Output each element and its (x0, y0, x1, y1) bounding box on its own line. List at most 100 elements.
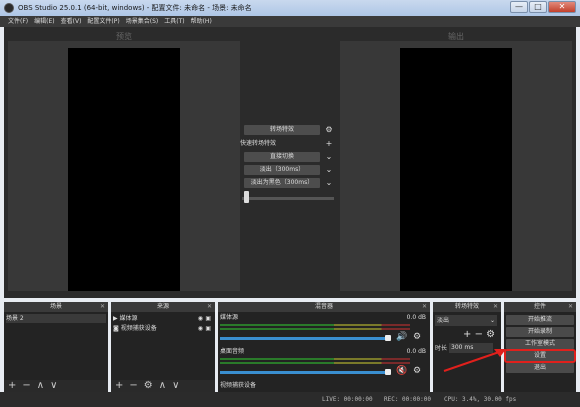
fade-transition-row: 淡出（300ms） ⌄ (240, 165, 334, 176)
source-item[interactable]: ◙ 视频捕获设备 ◉ ▣ (113, 324, 213, 333)
start-streaming-button[interactable]: 开始推流 (506, 315, 574, 325)
camera-icon: ◙ (113, 325, 119, 332)
move-down-icon[interactable]: ∨ (50, 380, 57, 392)
muted-speaker-icon[interactable]: 🔇 (396, 366, 407, 376)
close-icon[interactable]: ✕ (568, 302, 573, 312)
lock-icon[interactable]: ▣ (205, 324, 211, 333)
status-bar: LIVE: 00:00:00 REC: 00:00:00 CPU: 3.4%, … (0, 392, 580, 407)
mixer-channel-name: 桌面音频 0.0 dB (220, 347, 430, 356)
transitions-title: 转场特效 (454, 303, 479, 310)
volume-handle[interactable] (385, 335, 391, 341)
tbar-slider-handle[interactable] (244, 191, 249, 203)
gear-icon[interactable]: ⚙ (486, 329, 495, 340)
chevron-down-icon[interactable]: ⌄ (324, 165, 334, 175)
tbar-slider-track[interactable] (242, 197, 334, 200)
mixer-header: 混音器 ✕ (218, 302, 430, 312)
scene-item[interactable]: 场景 2 (6, 314, 106, 323)
transition-select[interactable]: 淡出 ⌄ (435, 315, 497, 326)
channel-db: 0.0 dB (406, 314, 426, 321)
menu-profile[interactable]: 配置文件(P) (87, 16, 119, 27)
audio-meter (220, 328, 410, 330)
start-recording-button[interactable]: 开始录制 (506, 327, 574, 337)
remove-icon[interactable]: − (22, 380, 30, 392)
channel-label: 视频捕获设备 (220, 382, 257, 389)
mixer-dock: 混音器 ✕ 媒体源 0.0 dB 🔊 ⚙ 桌面音频 0.0 dB 🔇 ⚙ 视频捕获设备 (218, 302, 430, 392)
rec-status: REC: 00:00:00 (384, 396, 431, 403)
preview-title: 预览 (116, 32, 132, 41)
close-icon[interactable]: ✕ (422, 302, 427, 312)
play-icon: ▶ (113, 315, 118, 322)
cut-transition-row: 直接切换 ⌄ (240, 152, 334, 163)
controls-dock: 控件 ✕ 开始推流 开始录制 工作室模式 设置 退出 (504, 302, 576, 392)
close-icon[interactable]: ✕ (207, 302, 212, 312)
obs-logo-icon (4, 3, 14, 13)
remove-icon[interactable]: − (475, 329, 483, 340)
annotation-arrow (443, 349, 506, 372)
remove-icon[interactable]: − (129, 380, 137, 392)
close-icon[interactable]: ✕ (100, 302, 105, 312)
chevron-down-icon: ⌄ (489, 317, 495, 324)
add-icon[interactable]: + (115, 380, 123, 392)
studio-mode-button[interactable]: 工作室模式 (506, 339, 574, 349)
menu-edit[interactable]: 编辑(E) (34, 16, 54, 27)
lock-icon[interactable]: ▣ (205, 314, 211, 323)
preview-screen (68, 48, 180, 291)
add-icon[interactable]: + (463, 329, 471, 340)
sources-title: 来源 (156, 303, 169, 310)
eye-icon[interactable]: ◉ (198, 314, 203, 323)
speaker-icon[interactable]: 🔊 (396, 332, 407, 342)
mixer-title: 混音器 (314, 303, 333, 310)
menu-help[interactable]: 帮助(H) (191, 16, 212, 27)
chevron-down-icon[interactable]: ⌄ (324, 178, 334, 188)
volume-slider[interactable] (220, 371, 390, 374)
fade-black-button[interactable]: 淡出为黑色（300ms） (244, 178, 320, 188)
transitions-header: 转场特效 ✕ (433, 302, 501, 312)
menu-tools[interactable]: 工具(T) (164, 16, 184, 27)
add-icon[interactable]: + (8, 380, 16, 392)
exit-button[interactable]: 退出 (506, 363, 574, 373)
controls-title: 控件 (533, 303, 546, 310)
minimize-button[interactable]: — (510, 1, 528, 13)
gear-icon[interactable]: ⚙ (324, 125, 334, 135)
transition-effect-row: 转场特效 ⚙ (240, 125, 334, 136)
close-button[interactable]: ✕ (548, 1, 576, 13)
move-down-icon[interactable]: ∨ (172, 380, 179, 392)
audio-meter (220, 362, 410, 364)
transition-button[interactable]: 转场特效 (244, 125, 320, 135)
sources-dock: 来源 ✕ ▶ 媒体源 ◉ ▣ ◙ 视频捕获设备 ◉ ▣ + − ⚙ ∧ ∨ (111, 302, 215, 392)
live-status: LIVE: 00:00:00 (322, 396, 373, 403)
chevron-down-icon[interactable]: ⌄ (324, 152, 334, 162)
move-up-icon[interactable]: ∧ (159, 380, 166, 392)
channel-db: 0.0 dB (406, 348, 426, 355)
volume-slider[interactable] (220, 337, 390, 340)
quick-transition-label: 快速转场特效 (240, 140, 277, 147)
menu-view[interactable]: 查看(V) (61, 16, 82, 27)
sources-header: 来源 ✕ (111, 302, 215, 312)
scenes-footer: + − ∧ ∨ (4, 380, 108, 392)
close-icon[interactable]: ✕ (493, 302, 498, 312)
gear-icon[interactable]: ⚙ (413, 366, 421, 376)
channel-label: 媒体源 (220, 314, 239, 321)
eye-icon[interactable]: ◉ (198, 324, 203, 333)
menu-file[interactable]: 文件(F) (8, 16, 28, 27)
gear-icon[interactable]: ⚙ (413, 332, 421, 342)
fade-black-transition-row: 淡出为黑色（300ms） ⌄ (240, 178, 334, 189)
output-title: 输出 (448, 32, 464, 41)
output-screen (400, 48, 512, 291)
source-label: 媒体源 (119, 315, 138, 322)
move-up-icon[interactable]: ∧ (37, 380, 44, 392)
add-icon[interactable]: + (324, 139, 334, 149)
source-item[interactable]: ▶ 媒体源 ◉ ▣ (113, 314, 213, 323)
settings-button[interactable]: 设置 (504, 349, 576, 363)
window-title: OBS Studio 25.0.1 (64-bit, windows) - 配置… (18, 4, 252, 12)
menu-bar: 文件(F) 编辑(E) 查看(V) 配置文件(P) 场景集合(S) 工具(T) … (0, 16, 580, 27)
channel-label: 桌面音频 (220, 348, 245, 355)
gear-icon[interactable]: ⚙ (144, 380, 153, 392)
maximize-button[interactable]: □ (529, 1, 547, 13)
cut-button[interactable]: 直接切换 (244, 152, 320, 162)
fade-button[interactable]: 淡出（300ms） (244, 165, 320, 175)
menu-scene-collection[interactable]: 场景集合(S) (126, 16, 159, 27)
volume-handle[interactable] (385, 369, 391, 375)
controls-header: 控件 ✕ (504, 302, 576, 312)
scenes-dock: 场景 ✕ 场景 2 + − ∧ ∨ (4, 302, 108, 392)
